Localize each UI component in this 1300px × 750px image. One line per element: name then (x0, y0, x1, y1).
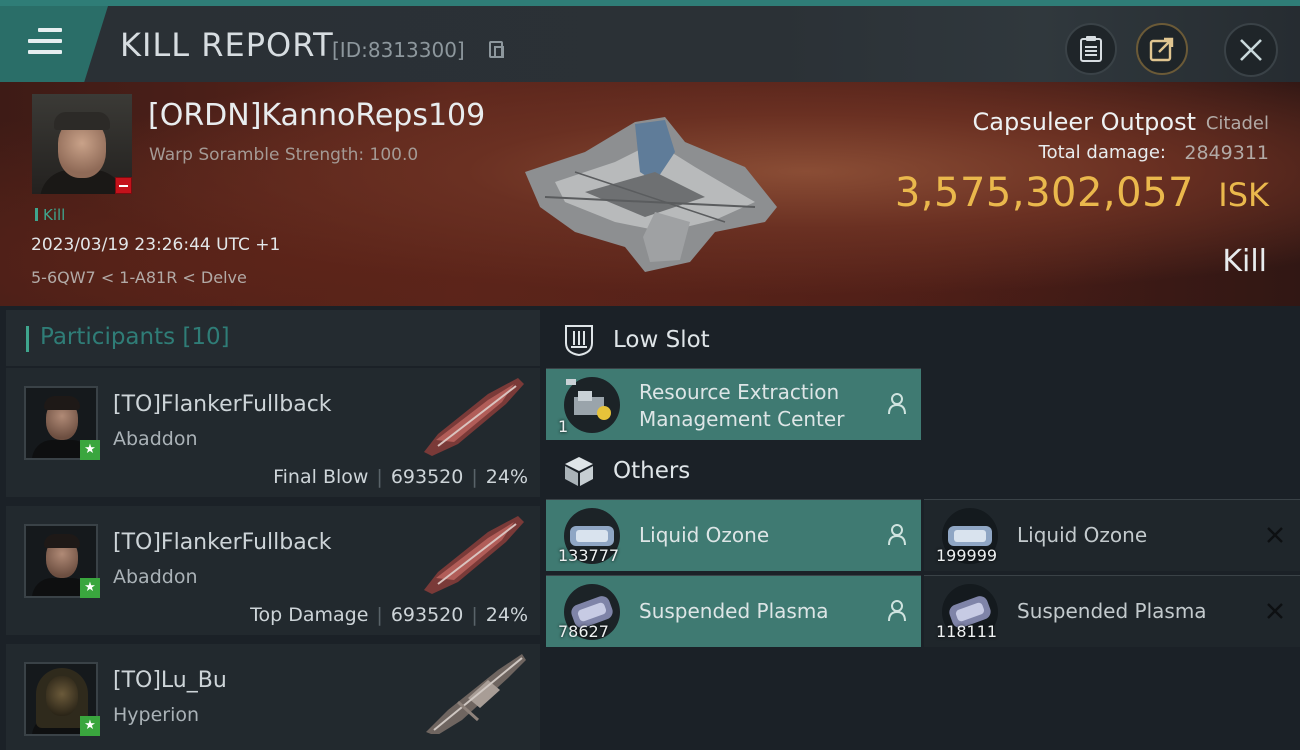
standing-minus-icon (115, 177, 132, 194)
participant-ship: Abaddon (113, 566, 198, 588)
destroyed-x-icon (1267, 603, 1283, 619)
others-item[interactable]: 118111 Suspended Plasma (924, 575, 1300, 647)
cube-icon (565, 457, 593, 486)
structure-image (525, 117, 777, 272)
participants-label: Participants (40, 324, 176, 350)
person-icon (888, 600, 906, 622)
share-button[interactable] (1136, 23, 1188, 75)
share-icon (1149, 37, 1174, 62)
participant-name: [TO]FlankerFullback (113, 530, 332, 555)
participant-ship: Abaddon (113, 428, 198, 450)
item-name: Suspended Plasma (1017, 599, 1207, 623)
participant-card[interactable]: ★ [TO]Lu_Bu Hyperion (6, 644, 540, 750)
others-header: Others (546, 442, 921, 502)
participant-name: [TO]Lu_Bu (113, 668, 227, 693)
participant-name: [TO]FlankerFullback (113, 392, 332, 417)
close-button[interactable] (1224, 23, 1278, 77)
kill-time: 2023/03/19 23:26:44 UTC +1 (31, 235, 281, 255)
others-item[interactable]: 78627 Suspended Plasma (546, 575, 921, 647)
participant-card[interactable]: ★ [TO]FlankerFullback Abaddon Top Damage… (6, 506, 540, 639)
others-item[interactable]: 199999 Liquid Ozone (924, 499, 1300, 571)
star-icon: ★ (80, 578, 100, 598)
item-quantity: 199999 (936, 546, 998, 565)
abaddon-ship-image (424, 516, 524, 594)
item-quantity: 118111 (936, 622, 998, 641)
participant-role: Final Blow (273, 466, 369, 488)
menu-button[interactable] (0, 6, 108, 82)
top-bar: KILL REPORT [ID:8313300] (0, 0, 1300, 82)
report-id: [ID:8313300] (332, 38, 465, 62)
star-icon: ★ (80, 716, 100, 736)
item-name-line2: Management Center (639, 407, 845, 431)
low-slot-item[interactable]: 1 Resource Extraction Management Center (546, 368, 921, 440)
item-name: Liquid Ozone (639, 523, 770, 547)
isk-unit: ISK (1218, 176, 1269, 214)
participant-percent: 24% (485, 466, 528, 488)
clipboard-button[interactable] (1065, 23, 1117, 75)
copy-icon[interactable] (489, 41, 504, 58)
item-name: Liquid Ozone (1017, 523, 1148, 547)
clipboard-icon (1080, 36, 1102, 62)
victim-name[interactable]: [ORDN]KannoReps109 (148, 98, 485, 133)
star-icon: ★ (80, 440, 100, 460)
participant-damage: 693520 (390, 604, 464, 626)
others-item[interactable]: 133777 Liquid Ozone (546, 499, 921, 571)
close-icon (1240, 39, 1262, 61)
isk-value: 3,575,302,057 (894, 170, 1194, 216)
person-icon (888, 524, 906, 546)
participant-ship: Hyperion (113, 704, 200, 726)
participants-header: Participants [10] (6, 310, 540, 366)
person-icon (888, 393, 906, 415)
participants-count: [10] (182, 324, 230, 350)
item-quantity: 133777 (558, 546, 620, 565)
kill-location[interactable]: 5-6QW7 < 1-A81R < Delve (31, 268, 247, 287)
participant-card[interactable]: ★ [TO]FlankerFullback Abaddon Final Blow… (6, 368, 540, 501)
others-label: Others (613, 458, 691, 484)
participant-role: Top Damage (250, 604, 369, 626)
item-quantity: 78627 (558, 622, 609, 641)
module-thumbnail (564, 377, 620, 433)
low-slot-icon (565, 325, 593, 357)
target-type: Citadel (1205, 113, 1269, 134)
victim-subtitle: Warp Soramble Strength: 100.0 (149, 145, 419, 165)
target-name: Capsuleer Outpost (972, 108, 1196, 136)
destroyed-x-icon (1267, 527, 1283, 543)
hamburger-icon (28, 28, 62, 61)
item-name-line1: Resource Extraction (639, 380, 840, 404)
total-damage-label: Total damage: (1038, 142, 1166, 163)
low-slot-label: Low Slot (613, 327, 710, 353)
participant-damage: 693520 (390, 466, 464, 488)
participants-panel: Participants [10] ★ [TO]FlankerFullback … (6, 310, 540, 750)
low-slot-header: Low Slot (546, 311, 921, 371)
participant-percent: 24% (485, 604, 528, 626)
item-name: Suspended Plasma (639, 599, 829, 623)
result-label: Kill (1222, 244, 1267, 279)
hyperion-ship-image (426, 654, 526, 734)
total-damage-value: 2849311 (1184, 142, 1269, 164)
kill-tag: Kill (35, 206, 65, 224)
page-title: KILL REPORT (120, 26, 334, 64)
item-quantity: 1 (558, 417, 569, 436)
abaddon-ship-image (424, 378, 524, 456)
